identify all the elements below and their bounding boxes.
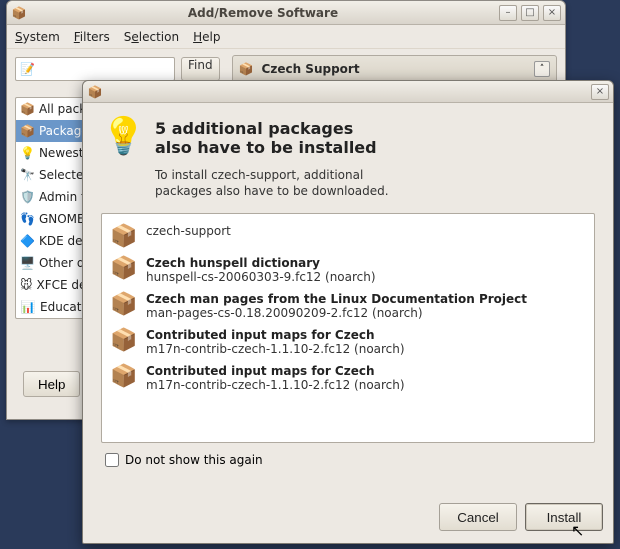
box-icon: 📦: [20, 123, 35, 139]
bulb-icon: 💡: [20, 145, 35, 161]
package-item: 📦 Contributed input maps for Czech m17n-…: [110, 324, 586, 360]
install-button[interactable]: Install: [525, 503, 603, 531]
cancel-button[interactable]: Cancel: [439, 503, 517, 531]
menu-help[interactable]: Help: [193, 30, 220, 44]
package-title: Czech man pages from the Linux Documenta…: [146, 292, 527, 306]
search-input[interactable]: 📝: [15, 57, 175, 81]
package-item: 📦 czech-support: [110, 220, 586, 252]
install-dialog: 📦 × 💡 5 additional packages also have to…: [82, 80, 614, 544]
box-icon: 📦: [20, 101, 35, 117]
app-icon: 📦: [87, 84, 103, 100]
shield-icon: 🛡️: [20, 189, 35, 205]
menu-system[interactable]: System: [15, 30, 60, 44]
dialog-titlebar: 📦 ×: [83, 81, 613, 103]
menu-selection[interactable]: Selection: [124, 30, 179, 44]
package-icon: 📦: [110, 224, 138, 248]
find-button[interactable]: Find: [181, 57, 220, 81]
package-item: 📦 Contributed input maps for Czech m17n-…: [110, 360, 586, 396]
dialog-heading: 5 additional packages also have to be in…: [155, 119, 389, 157]
group-title: Czech Support: [262, 62, 360, 76]
dialog-header: 💡 5 additional packages also have to be …: [101, 119, 595, 199]
package-title: Contributed input maps for Czech: [146, 328, 405, 342]
dialog-body: 💡 5 additional packages also have to be …: [83, 103, 613, 489]
app-icon: 📦: [11, 5, 27, 21]
main-titlebar: 📦 Add/Remove Software – □ ×: [7, 1, 565, 25]
close-button[interactable]: ×: [543, 5, 561, 21]
package-detail: m17n-contrib-czech-1.1.10-2.fc12 (noarch…: [146, 342, 405, 356]
package-detail: man-pages-cs-0.18.20090209-2.fc12 (noarc…: [146, 306, 527, 320]
group-header[interactable]: 📦 Czech Support ˄: [232, 55, 557, 83]
education-icon: 📊: [20, 299, 36, 315]
package-box-icon: 📦: [239, 62, 254, 76]
kde-icon: 🔷: [20, 233, 35, 249]
dialog-options: Do not show this again: [101, 443, 595, 467]
package-detail: hunspell-cs-20060303-9.fc12 (noarch): [146, 270, 376, 284]
dialog-subtext: To install czech-support, additional pac…: [155, 167, 389, 199]
search-edit-icon: 📝: [20, 62, 35, 76]
package-title: czech-support: [146, 224, 231, 238]
package-icon: 📦: [110, 256, 138, 280]
dialog-button-row: Cancel Install: [83, 489, 613, 543]
expand-icon[interactable]: ˄: [534, 61, 550, 77]
menu-filters[interactable]: Filters: [74, 30, 110, 44]
dialog-close-button[interactable]: ×: [591, 84, 609, 100]
gnome-icon: 👣: [20, 211, 35, 227]
package-list[interactable]: 📦 czech-support 📦 Czech hunspell diction…: [101, 213, 595, 443]
main-title: Add/Remove Software: [31, 6, 495, 20]
dont-show-label: Do not show this again: [125, 453, 263, 467]
menubar: System Filters Selection Help: [7, 25, 565, 49]
package-icon: 📦: [110, 328, 138, 352]
package-item: 📦 Czech hunspell dictionary hunspell-cs-…: [110, 252, 586, 288]
minimize-button[interactable]: –: [499, 5, 517, 21]
lightbulb-icon: 💡: [101, 119, 141, 159]
package-item: 📦 Czech man pages from the Linux Documen…: [110, 288, 586, 324]
help-button[interactable]: Help: [23, 371, 80, 397]
binoculars-icon: 🔭: [20, 167, 35, 183]
package-title: Contributed input maps for Czech: [146, 364, 405, 378]
maximize-button[interactable]: □: [521, 5, 539, 21]
xfce-icon: 🐭: [20, 277, 33, 293]
dont-show-checkbox[interactable]: [105, 453, 119, 467]
package-icon: 📦: [110, 292, 138, 316]
package-icon: 📦: [110, 364, 138, 388]
desktop-icon: 🖥️: [20, 255, 35, 271]
package-title: Czech hunspell dictionary: [146, 256, 376, 270]
package-detail: m17n-contrib-czech-1.1.10-2.fc12 (noarch…: [146, 378, 405, 392]
